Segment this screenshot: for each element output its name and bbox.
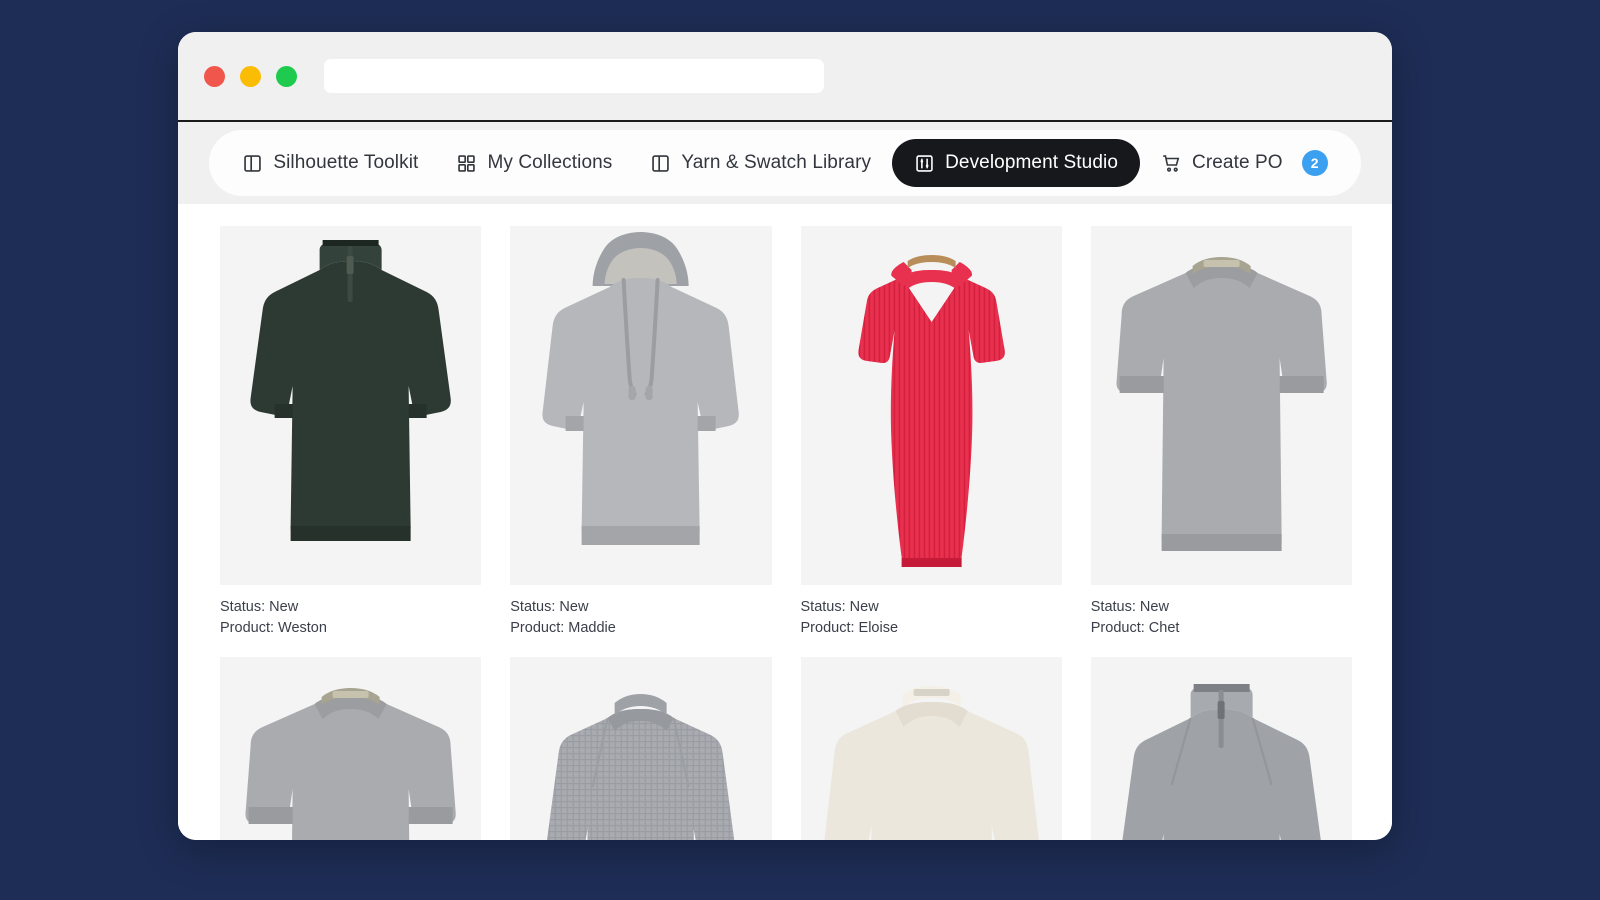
- product-card[interactable]: [1090, 657, 1352, 840]
- product-name: Product: Chet: [1090, 620, 1180, 637]
- product-thumbnail[interactable]: [800, 657, 1062, 840]
- nav-pill-container: Silhouette Toolkit My Collections Yarn &…: [209, 130, 1361, 196]
- product-thumbnail[interactable]: [1090, 226, 1352, 585]
- product-status: Status: New: [220, 599, 299, 615]
- product-card[interactable]: [510, 657, 772, 840]
- product-thumbnail[interactable]: [220, 657, 482, 840]
- quarter-zip-sweater-image: [222, 226, 479, 585]
- product-card[interactable]: Status: New Product: Maddie: [510, 226, 772, 639]
- knit-hoodie-image: [512, 226, 769, 585]
- quarter-zip-sweater-image: [1093, 657, 1350, 840]
- product-grid: Status: New Product: Weston Status: New …: [220, 226, 1352, 840]
- product-thumbnail[interactable]: [800, 226, 1062, 585]
- product-meta: Status: New Product: Eloise: [801, 585, 1062, 639]
- knit-tee-image: [1093, 226, 1350, 585]
- waffle-knit-sweater-image: [512, 657, 769, 840]
- layout-sidebar-icon: [650, 153, 671, 174]
- product-thumbnail[interactable]: [220, 226, 482, 585]
- nav-label: Silhouette Toolkit: [273, 152, 419, 173]
- product-thumbnail[interactable]: [1090, 657, 1352, 840]
- sliders-icon: [914, 153, 935, 174]
- nav-item-create-po[interactable]: Create PO 2: [1144, 139, 1345, 187]
- product-name: Product: Weston: [220, 620, 327, 637]
- nav-label: Yarn & Swatch Library: [681, 152, 872, 173]
- browser-titlebar: [178, 32, 1392, 122]
- cart-icon: [1161, 153, 1182, 174]
- product-status: Status: New: [800, 599, 879, 615]
- nav-item-development-studio[interactable]: Development Studio: [892, 139, 1140, 187]
- nav-item-yarn-swatch-library[interactable]: Yarn & Swatch Library: [633, 139, 888, 187]
- nav-label: Create PO: [1192, 152, 1283, 173]
- product-meta: Status: New Product: Chet: [1091, 585, 1352, 639]
- traffic-light-buttons: [204, 65, 297, 87]
- maximize-window-button[interactable]: [276, 65, 297, 87]
- product-card[interactable]: Status: New Product: Eloise: [800, 226, 1062, 639]
- address-bar-input[interactable]: [324, 59, 824, 93]
- layout-sidebar-icon: [242, 153, 263, 174]
- crewneck-sweater-image: [803, 657, 1060, 840]
- ribbed-polo-dress-image: [803, 226, 1060, 585]
- nav-item-my-collections[interactable]: My Collections: [439, 139, 629, 187]
- product-name: Product: Eloise: [800, 620, 899, 637]
- product-thumbnail[interactable]: [510, 226, 772, 585]
- browser-window: Silhouette Toolkit My Collections Yarn &…: [178, 32, 1392, 840]
- product-meta: Status: New Product: Weston: [220, 585, 481, 639]
- nav-label: Development Studio: [945, 152, 1118, 173]
- product-meta: Status: New Product: Maddie: [510, 585, 771, 639]
- product-card[interactable]: Status: New Product: Chet: [1090, 226, 1352, 639]
- close-window-button[interactable]: [204, 65, 225, 87]
- nav-item-silhouette-toolkit[interactable]: Silhouette Toolkit: [225, 139, 435, 187]
- product-card[interactable]: [220, 657, 482, 840]
- product-grid-area: Status: New Product: Weston Status: New …: [178, 204, 1392, 840]
- product-status: Status: New: [510, 599, 589, 615]
- grid-icon: [456, 153, 477, 174]
- product-thumbnail[interactable]: [510, 657, 772, 840]
- minimize-window-button[interactable]: [240, 65, 261, 87]
- cart-badge-count: 2: [1301, 150, 1328, 176]
- product-card[interactable]: Status: New Product: Weston: [220, 226, 482, 639]
- nav-label: My Collections: [487, 152, 613, 173]
- product-card[interactable]: [800, 657, 1062, 840]
- navigation-bar: Silhouette Toolkit My Collections Yarn &…: [178, 122, 1392, 204]
- knit-tee-image: [222, 657, 479, 840]
- product-status: Status: New: [1090, 599, 1169, 615]
- product-name: Product: Maddie: [510, 620, 616, 637]
